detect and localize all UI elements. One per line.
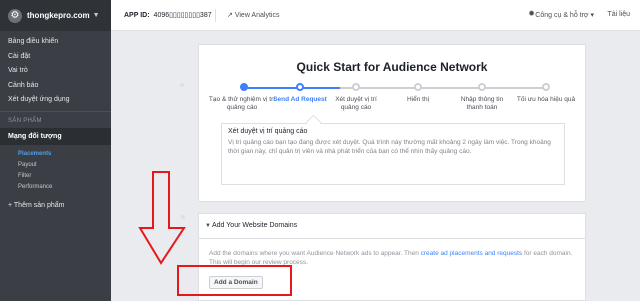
topbar-divider [215, 9, 216, 22]
step-label-review: Xét duyệt vị trí quảng cáo [335, 96, 377, 111]
tools-help-label: Công cụ & hỗ trợ [535, 12, 589, 19]
view-analytics-link[interactable]: ↗ View Analytics [227, 11, 279, 19]
progress-line-done [244, 87, 340, 89]
gear-icon: ⚙ [8, 8, 22, 23]
progress-line-remaining [340, 87, 546, 89]
step-dot-review[interactable] [352, 83, 360, 91]
create-placements-link[interactable]: create ad placements and requests [421, 250, 523, 257]
app-id-label: APP ID: [124, 12, 150, 19]
step-label-send-ad-request: Send Ad Request [273, 96, 327, 103]
step-dot-display[interactable] [414, 83, 422, 91]
app-id: APP ID: 4096▯▯▯▯▯▯▯▯387 [124, 11, 212, 19]
sidebar-item-audience-network[interactable]: Mạng đối tượng [0, 127, 111, 145]
annotation-arrow [138, 171, 186, 265]
sidebar-subitem-placements[interactable]: Placements [0, 149, 111, 160]
sidebar-item-alerts[interactable]: Cảnh báo [0, 79, 111, 94]
bug-icon[interactable]: ✹ [528, 9, 535, 18]
website-domains-title: Add Your Website Domains [212, 222, 298, 229]
app-id-value: 4096▯▯▯▯▯▯▯▯387 [153, 12, 212, 19]
triangle-down-icon: ▼ [205, 223, 211, 229]
quick-start-card: Quick Start for Audience Network Tạo & t… [198, 44, 586, 202]
step-detail-title: Xét duyệt vị trí quảng cáo [228, 128, 308, 135]
section-marker [180, 83, 184, 87]
sidebar-item-app-review[interactable]: Xét duyệt ứng dụng [0, 93, 111, 108]
step-detail-box: Xét duyệt vị trí quảng cáo Vị trí quảng … [221, 123, 565, 185]
annotation-highlight-box [177, 265, 292, 296]
step-label-display: Hiển thị [406, 96, 430, 103]
chevron-down-icon: ▾ [590, 12, 594, 19]
view-analytics-label: View Analytics [234, 12, 280, 19]
step-label-billing: Nhập thông tin thanh toán [460, 96, 504, 111]
app-name: thongkepro.com [27, 11, 90, 20]
sidebar-subitem-performance[interactable]: Performance [0, 182, 111, 193]
app-switcher[interactable]: ⚙ thongkepro.com ▼ [0, 0, 111, 31]
quick-start-title: Quick Start for Audience Network [296, 60, 488, 74]
description-text: Add the domains where you want Audience … [209, 250, 421, 257]
trend-icon: ↗ [227, 12, 233, 19]
sidebar-subitem-payout[interactable]: Payout [0, 160, 111, 171]
sidebar-section-products: SẢN PHẨM [8, 117, 42, 124]
top-bar: APP ID: 4096▯▯▯▯▯▯▯▯387 ↗ View Analytics … [111, 0, 640, 31]
tools-help-menu[interactable]: Công cụ & hỗ trợ ▾ [535, 11, 594, 19]
sidebar-subitem-filter[interactable]: Filter [0, 171, 111, 182]
step-dot-send-ad-request[interactable] [296, 83, 304, 91]
sidebar-divider [0, 110, 111, 112]
step-dot-optimize[interactable] [542, 83, 550, 91]
add-product-link[interactable]: + Thêm sản phẩm [0, 198, 111, 213]
sidebar-item-settings[interactable]: Cài đặt [0, 50, 111, 65]
docs-link[interactable]: Tài liệu [607, 11, 630, 18]
chevron-down-icon: ▼ [92, 12, 100, 19]
step-dot-create[interactable] [240, 83, 248, 91]
step-detail-body: Vị trí quảng cáo bạn tạo đang được xét d… [228, 139, 551, 155]
step-label-optimize: Tối ưu hóa hiệu quả [516, 96, 576, 103]
sidebar: ⚙ thongkepro.com ▼ Bảng điều khiển Cài đ… [0, 0, 111, 301]
sidebar-item-dashboard[interactable]: Bảng điều khiển [0, 35, 111, 50]
sidebar-item-roles[interactable]: Vai trò [0, 64, 111, 79]
website-domains-header[interactable]: ▼ Add Your Website Domains [199, 214, 585, 239]
step-dot-billing[interactable] [478, 83, 486, 91]
